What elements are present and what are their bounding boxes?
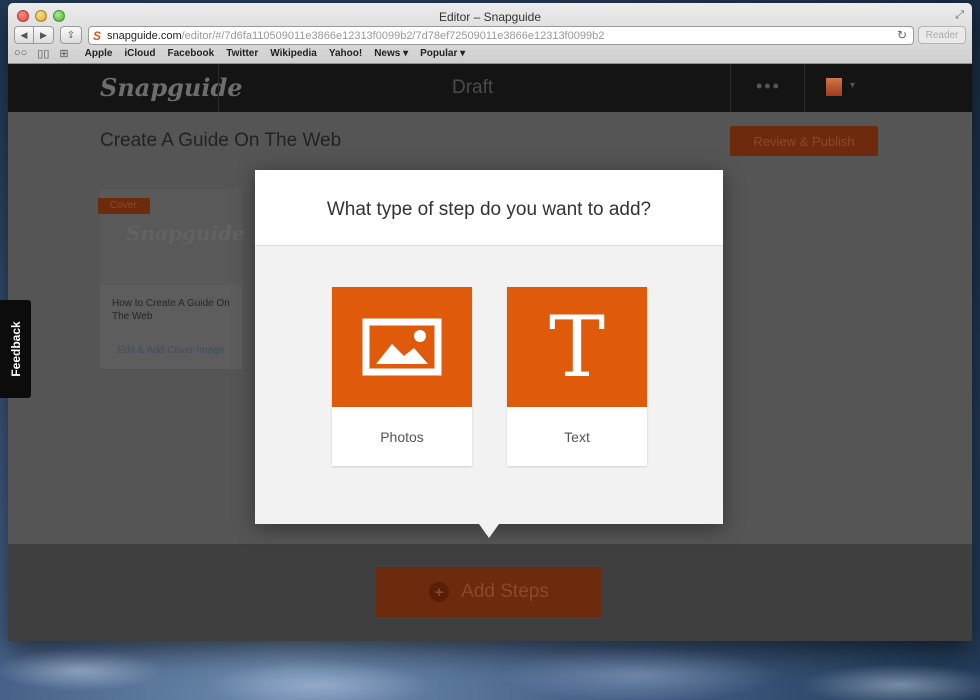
modal-pointer <box>479 524 499 538</box>
add-steps-button[interactable]: + Add Steps <box>376 567 602 617</box>
header-divider <box>218 64 219 112</box>
top-sites-icon[interactable]: ⊞ <box>59 47 68 60</box>
header-divider <box>804 64 805 112</box>
review-publish-button[interactable]: Review & Publish <box>730 126 878 156</box>
browser-toolbar: Editor – Snapguide ⤢ ◀ ▶ ⇪ S snapguide.c… <box>8 3 972 64</box>
plus-icon: + <box>429 582 450 602</box>
draft-status: Draft <box>452 77 494 98</box>
cover-badge: Cover <box>98 198 150 214</box>
feedback-tab[interactable]: Feedback <box>0 300 31 398</box>
reader-button[interactable]: Reader <box>918 26 966 44</box>
forward-button[interactable]: ▶ <box>34 26 54 44</box>
text-label: Text <box>564 428 590 445</box>
bookmark-item[interactable]: Apple <box>85 48 113 59</box>
back-button[interactable]: ◀ <box>14 26 34 44</box>
photos-label: Photos <box>380 428 424 445</box>
cover-caption: How to Create A Guide On The Web <box>112 298 230 322</box>
window-title: Editor – Snapguide <box>438 10 542 24</box>
snapguide-logo[interactable]: Snapguide <box>100 73 243 102</box>
favicon-icon: S <box>93 28 102 43</box>
steps-footer: + Add Steps <box>8 544 972 641</box>
bookmark-item[interactable]: iCloud <box>124 48 155 59</box>
photo-icon <box>332 287 472 407</box>
chevron-down-icon[interactable]: ▾ <box>850 80 855 91</box>
fullscreen-icon[interactable]: ⤢ <box>955 9 964 22</box>
bookmark-item[interactable]: Twitter <box>226 48 258 59</box>
reload-icon[interactable]: ↻ <box>897 28 907 42</box>
modal-header: What type of step do you want to add? <box>255 170 723 246</box>
url-path: /editor/#/7d6fa110509011e3866e12313f0099… <box>181 29 605 42</box>
text-icon: T <box>507 287 647 407</box>
text-option[interactable]: T Text <box>507 287 647 466</box>
bookmark-item[interactable]: Popular ▾ <box>420 48 465 59</box>
header-divider <box>730 64 731 112</box>
site-header: Snapguide Draft ••• ▾ <box>8 64 972 112</box>
cover-placeholder-logo: Snapguide <box>126 221 245 245</box>
bookmark-tools: ○○ ▯▯ ⊞ <box>14 47 69 60</box>
add-steps-label: Add Steps <box>461 581 549 602</box>
address-bar[interactable]: S snapguide.com/editor/#/7d6fa110509011e… <box>88 26 914 45</box>
bookmark-item[interactable]: News ▾ <box>374 48 408 59</box>
reading-list-icon[interactable]: ○○ <box>14 47 27 60</box>
edit-cover-link[interactable]: Edit & Add Cover Image <box>100 345 242 356</box>
modal-title: What type of step do you want to add? <box>326 199 652 220</box>
bookmark-item[interactable]: Facebook <box>168 48 215 59</box>
text-glyph: T <box>548 298 606 396</box>
photos-option[interactable]: Photos <box>332 287 472 466</box>
page-title: Create A Guide On The Web <box>100 130 342 151</box>
bookmarks-bar: ○○ ▯▯ ⊞ Apple iCloud Facebook Twitter Wi… <box>14 47 465 60</box>
add-step-modal: What type of step do you want to add? Ph… <box>255 170 723 538</box>
feedback-label: Feedback <box>8 321 23 377</box>
nav-buttons: ◀ ▶ <box>14 26 54 44</box>
url-host: snapguide.com <box>107 29 182 42</box>
share-button[interactable]: ⇪ <box>60 26 82 44</box>
avatar[interactable] <box>826 78 842 96</box>
bookmark-item[interactable]: Wikipedia <box>270 48 317 59</box>
more-icon[interactable]: ••• <box>756 76 781 97</box>
bookmarks-icon[interactable]: ▯▯ <box>37 47 49 60</box>
bookmark-item[interactable]: Yahoo! <box>329 48 362 59</box>
cover-card[interactable]: Snapguide Cover How to Create A Guide On… <box>98 189 245 369</box>
